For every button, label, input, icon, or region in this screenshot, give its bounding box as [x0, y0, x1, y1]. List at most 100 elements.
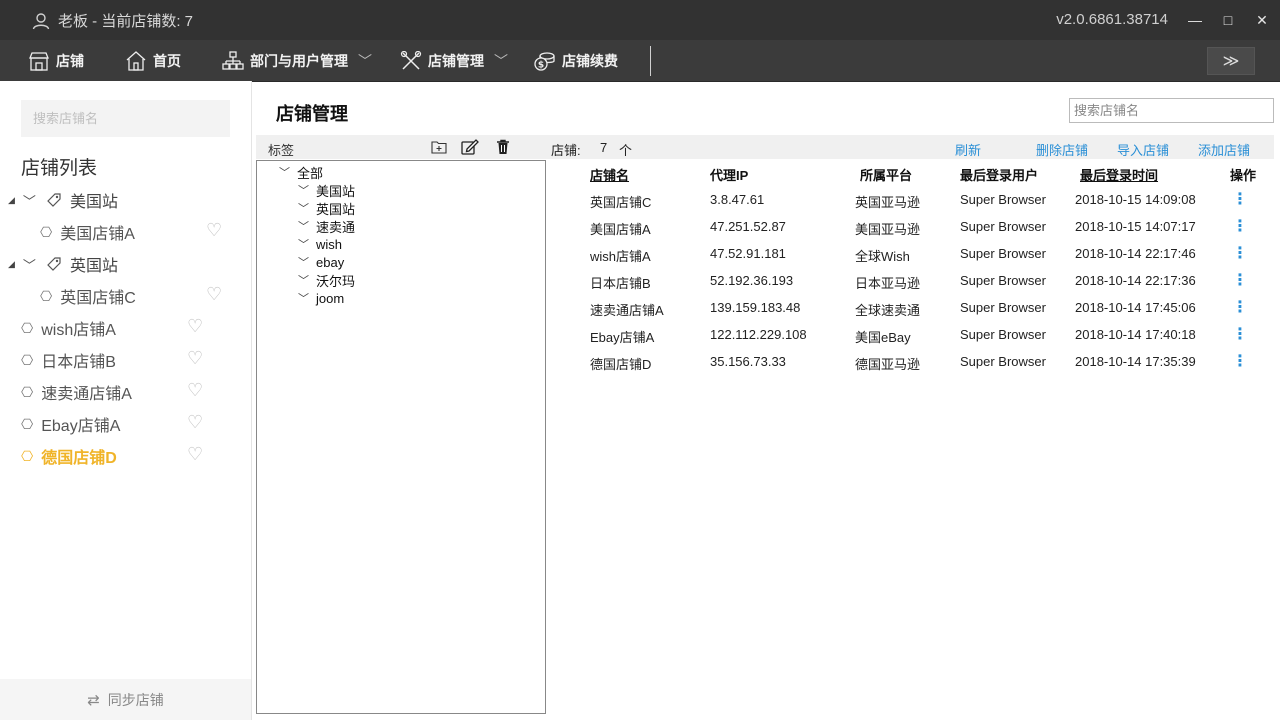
table-row[interactable]: 英国店铺C 3.8.47.61 英国亚马逊 Super Browser 2018-10-…	[546, 189, 1274, 214]
tag-tree-panel: ﹀ 全部 ﹀ 美国站 ﹀ 英国站 ﹀ 速卖通 ﹀ wish ﹀ ebay ﹀ 沃…	[256, 160, 546, 714]
column-header-name[interactable]: 店铺名	[590, 165, 629, 184]
sidebar-item-store[interactable]: ⎔ wish店铺A	[21, 312, 116, 344]
column-header-platform[interactable]: 所属平台	[860, 165, 912, 184]
tag-node[interactable]: ﹀ ebay	[298, 253, 344, 271]
tag-node[interactable]: ﹀ joom	[298, 289, 344, 307]
heart-icon[interactable]: ♡	[187, 316, 203, 337]
sidebar-item-store[interactable]: ⎔ 日本店铺B	[21, 344, 116, 376]
tag-node-root[interactable]: ﹀ 全部	[279, 163, 323, 181]
nav-home[interactable]: 首页	[125, 40, 181, 81]
more-actions-icon[interactable]: ⋮	[1232, 324, 1248, 344]
table-row[interactable]: 日本店铺B 52.192.36.193 日本亚马逊 Super Browser 2018…	[546, 270, 1274, 295]
user-info: 老板 - 当前店铺数: 7	[32, 10, 193, 31]
cell-last-time: 2018-10-14 22:17:46	[1075, 246, 1196, 261]
close-button[interactable]: ✕	[1252, 10, 1272, 30]
tag-node[interactable]: ﹀ 美国站	[298, 181, 355, 199]
table-row[interactable]: Ebay店铺A 122.112.229.108 美国eBay Super Browse…	[546, 324, 1274, 349]
sidebar-group-uk[interactable]: ◢ ﹀ 英国站	[8, 248, 118, 280]
nav-renewal[interactable]: $ 店铺续费	[534, 40, 618, 81]
nav-org[interactable]: 部门与用户管理 ﹀	[222, 40, 372, 81]
add-folder-button[interactable]	[430, 138, 448, 156]
cell-last-user: Super Browser	[960, 327, 1046, 342]
nav-store-label: 店铺	[56, 52, 84, 69]
heart-icon[interactable]: ♡	[206, 284, 222, 305]
cell-platform: 美国亚马逊	[855, 222, 921, 237]
delete-tag-button[interactable]	[494, 138, 512, 156]
tag-node-label: 全部	[297, 165, 324, 181]
heart-icon[interactable]: ♡	[206, 220, 222, 241]
tag-node-label: wish	[316, 236, 343, 252]
table-row[interactable]: wish店铺A 47.52.91.181 全球Wish Super Browser 20…	[546, 243, 1274, 268]
sidebar-group-us[interactable]: ◢ ﹀ 美国站	[8, 184, 118, 216]
delete-store-link[interactable]: 删除店铺	[1036, 140, 1088, 159]
edit-tag-button[interactable]	[461, 138, 479, 156]
more-actions-icon[interactable]: ⋮	[1232, 270, 1248, 290]
chevron-down-icon: ﹀	[298, 221, 309, 233]
add-folder-icon	[431, 141, 447, 154]
column-header-ip[interactable]: 代理IP	[710, 165, 748, 184]
add-store-link[interactable]: 添加店铺	[1198, 140, 1250, 159]
store-search-input[interactable]	[1069, 98, 1274, 123]
more-actions-icon[interactable]: ⋮	[1232, 216, 1248, 236]
sidebar: 店铺列表 ◢ ﹀ 美国站 ⎔ 美国店铺A ♡ ◢ ﹀ 英国站 ⎔ 英国店铺C ♡…	[0, 81, 252, 720]
sync-icon: ⇄	[87, 691, 100, 709]
chevron-down-icon: ﹀	[22, 257, 36, 273]
more-actions-icon[interactable]: ⋮	[1232, 243, 1248, 263]
cell-proxy-ip: 47.52.91.181	[710, 246, 786, 261]
cell-last-user: Super Browser	[960, 219, 1046, 234]
cell-proxy-ip: 139.159.183.48	[710, 300, 801, 315]
maximize-button[interactable]: □	[1218, 10, 1238, 30]
more-actions-icon[interactable]: ⋮	[1232, 297, 1248, 317]
more-actions-icon[interactable]: ⋮	[1232, 189, 1248, 209]
nav-org-label: 部门与用户管理	[250, 52, 348, 69]
heart-icon[interactable]: ♡	[187, 444, 203, 465]
bag-icon: ⎔	[21, 447, 34, 464]
cell-platform: 美国eBay	[855, 330, 911, 345]
heart-icon[interactable]: ♡	[187, 380, 203, 401]
sidebar-group-label: 英国站	[69, 258, 118, 275]
sidebar-item-store[interactable]: ⎔ 美国店铺A	[40, 216, 135, 248]
sync-stores-button[interactable]: ⇄ 同步店铺	[0, 679, 251, 720]
tag-node[interactable]: ﹀ 沃尔玛	[298, 271, 355, 289]
table-row[interactable]: 德国店铺D 35.156.73.33 德国亚马逊 Super Browser 2018-…	[546, 351, 1274, 376]
nav-store[interactable]: 店铺	[28, 40, 84, 81]
nav-store-manage-label: 店铺管理	[428, 52, 484, 69]
tag-node[interactable]: ﹀ 速卖通	[298, 217, 355, 235]
bag-icon: ⎔	[21, 383, 34, 400]
sidebar-item-store[interactable]: ⎔ 速卖通店铺A	[21, 376, 132, 408]
chevron-down-icon: ﹀	[22, 193, 36, 209]
sidebar-item-store-active[interactable]: ⎔ 德国店铺D	[21, 440, 117, 472]
chevron-down-icon: ﹀	[298, 257, 309, 269]
toolbar: 标签 店铺: 7 个 刷新 删除店铺 导入店铺 添加店铺	[256, 135, 1274, 159]
more-actions-icon[interactable]: ⋮	[1232, 351, 1248, 371]
tag-node[interactable]: ﹀ 英国站	[298, 199, 355, 217]
nav-store-manage[interactable]: 店铺管理 ﹀	[400, 40, 508, 81]
import-store-link[interactable]: 导入店铺	[1117, 140, 1169, 159]
title-bar: 老板 - 当前店铺数: 7 v2.0.6861.38714 — □ ✕	[0, 0, 1280, 40]
refresh-link[interactable]: 刷新	[955, 140, 981, 159]
cell-platform: 德国亚马逊	[855, 357, 921, 372]
sidebar-group-label: 美国站	[69, 194, 118, 211]
expand-button[interactable]: ≫	[1207, 47, 1255, 75]
sidebar-search-input[interactable]	[21, 100, 230, 137]
minimize-button[interactable]: —	[1185, 10, 1205, 30]
heart-icon[interactable]: ♡	[187, 412, 203, 433]
sidebar-item-label: Ebay店铺A	[41, 418, 121, 435]
sidebar-item-store[interactable]: ⎔ Ebay店铺A	[21, 408, 120, 440]
table-row[interactable]: 速卖通店铺A 139.159.183.48 全球速卖通 Super Browser 20…	[546, 297, 1274, 322]
store-count-label: 店铺:	[551, 143, 581, 158]
sidebar-item-label: 速卖通店铺A	[41, 386, 132, 403]
column-header-last-time[interactable]: 最后登录时间	[1080, 165, 1158, 184]
nav-divider	[650, 46, 651, 76]
sidebar-item-label: wish店铺A	[41, 322, 116, 339]
tag-node[interactable]: ﹀ wish	[298, 235, 342, 253]
sidebar-item-store[interactable]: ⎔ 英国店铺C	[40, 280, 136, 312]
cell-proxy-ip: 122.112.229.108	[710, 327, 807, 342]
tools-icon	[400, 50, 422, 70]
table-row[interactable]: 美国店铺A 47.251.52.87 美国亚马逊 Super Browser 2018-…	[546, 216, 1274, 241]
heart-icon[interactable]: ♡	[187, 348, 203, 369]
cell-store-name: Ebay店铺A	[590, 330, 655, 345]
cell-store-name: 美国店铺A	[590, 222, 651, 237]
triangle-icon: ◢	[8, 194, 15, 205]
column-header-last-user[interactable]: 最后登录用户	[960, 165, 1038, 184]
